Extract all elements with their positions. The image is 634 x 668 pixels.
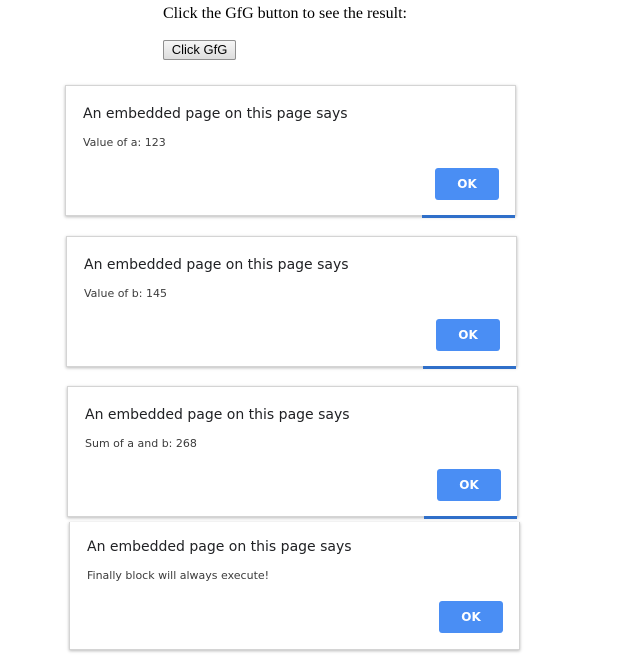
- dialog-title: An embedded page on this page says: [83, 106, 348, 122]
- alert-dialog: An embedded page on this page says Final…: [69, 522, 520, 650]
- page-instruction-text: Click the GfG button to see the result:: [163, 5, 407, 22]
- alert-dialog: An embedded page on this page says Sum o…: [67, 386, 518, 519]
- dialog-accent-edge: [423, 366, 516, 369]
- ok-button[interactable]: OK: [436, 319, 500, 351]
- ok-button[interactable]: OK: [437, 469, 501, 501]
- alert-dialog: An embedded page on this page says Value…: [65, 85, 516, 218]
- ok-button[interactable]: OK: [435, 168, 499, 200]
- dialog-accent-edge: [424, 516, 517, 519]
- alert-dialog: An embedded page on this page says Value…: [66, 236, 517, 369]
- dialog-message: Sum of a and b: 268: [85, 437, 197, 450]
- dialog-title: An embedded page on this page says: [84, 257, 349, 273]
- ok-button[interactable]: OK: [439, 601, 503, 633]
- dialog-accent-edge: [422, 215, 515, 218]
- dialog-message: Value of b: 145: [84, 287, 167, 300]
- dialog-title: An embedded page on this page says: [85, 407, 350, 423]
- dialog-title: An embedded page on this page says: [87, 539, 352, 555]
- dialog-message: Finally block will always execute!: [87, 569, 270, 582]
- click-gfg-button[interactable]: Click GfG: [163, 40, 236, 60]
- dialog-message: Value of a: 123: [83, 136, 166, 149]
